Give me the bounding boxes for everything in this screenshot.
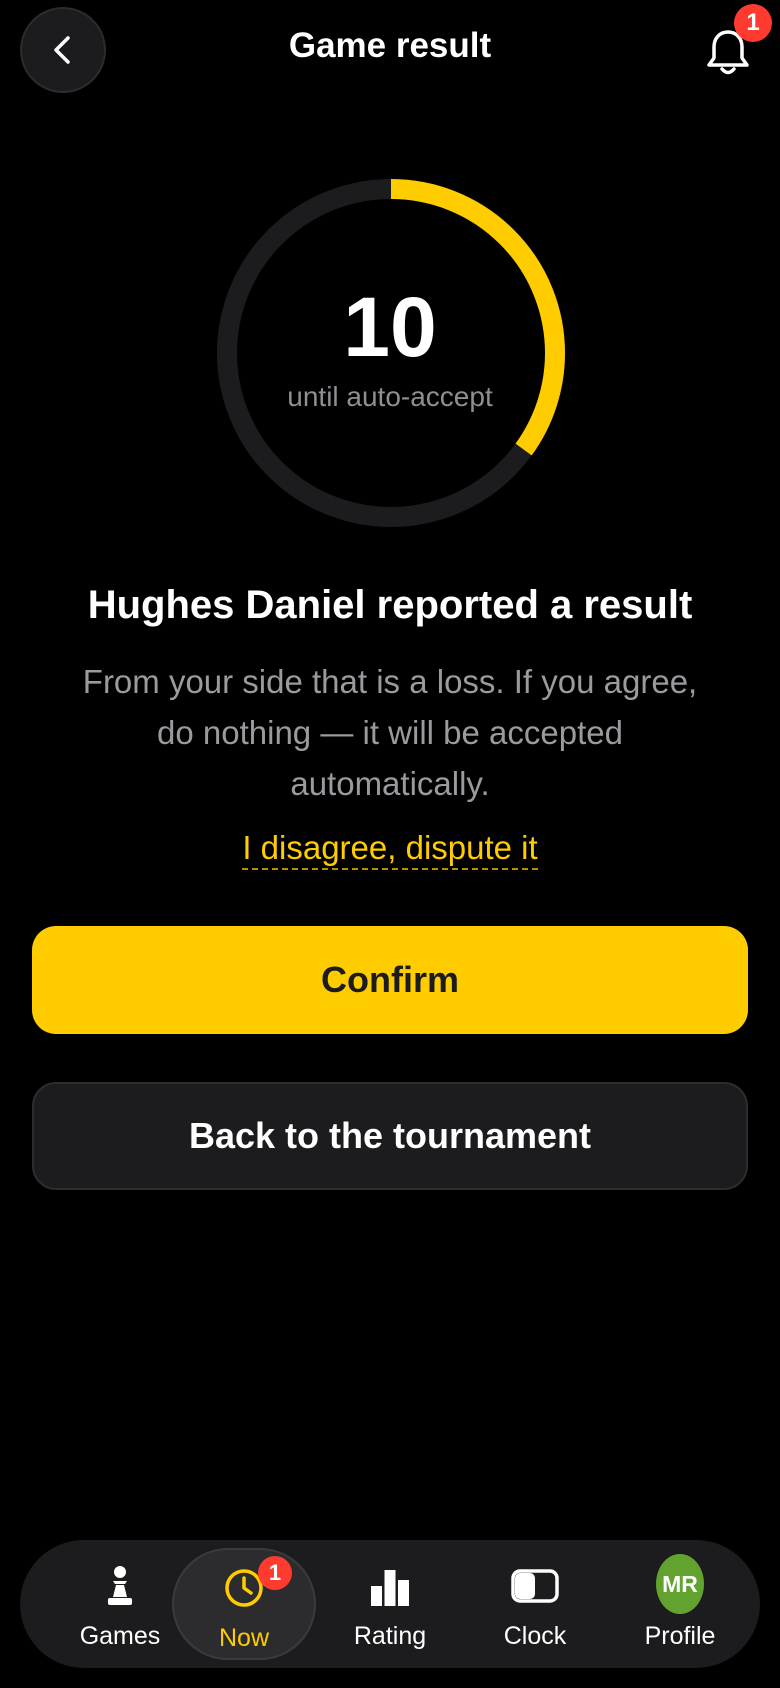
tab-label: Games	[79, 1622, 161, 1650]
tab-label: Rating	[353, 1622, 427, 1650]
tab-now-badge: 1	[258, 1556, 292, 1590]
avatar: MR	[656, 1554, 704, 1614]
tab-now[interactable]: 1 Now	[172, 1548, 316, 1660]
report-description: From your side that is a loss. If you ag…	[82, 663, 698, 802]
tab-label: Now	[218, 1624, 269, 1652]
bar-chart-icon	[366, 1562, 414, 1610]
chess-clock-icon	[511, 1562, 559, 1610]
report-title: Hughes Daniel reported a result	[87, 583, 693, 627]
pawn-icon	[96, 1562, 144, 1610]
tab-label: Clock	[503, 1622, 567, 1650]
tab-games[interactable]: Games	[50, 1540, 190, 1668]
tab-profile[interactable]: MR Profile	[610, 1540, 750, 1668]
tab-bar: Games 1 Now Rating Clock MR Profile	[20, 1540, 760, 1668]
page-title: Game result	[288, 26, 492, 65]
confirm-button[interactable]: Confirm	[32, 926, 748, 1034]
countdown-value: 10	[343, 280, 437, 374]
back-to-tournament-button[interactable]: Back to the tournament	[32, 1082, 748, 1190]
dispute-link[interactable]: I disagree, dispute it	[242, 829, 538, 870]
countdown-label: until auto-accept	[287, 381, 493, 412]
tab-label: Profile	[644, 1622, 716, 1650]
tab-rating[interactable]: Rating	[320, 1540, 460, 1668]
tab-clock[interactable]: Clock	[465, 1540, 605, 1668]
notification-badge: 1	[734, 4, 772, 42]
